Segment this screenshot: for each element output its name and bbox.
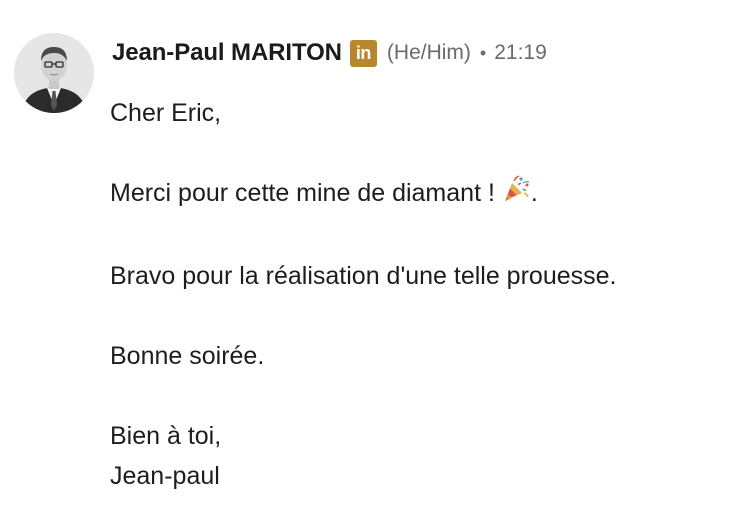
congrats-line: Bravo pour la réalisation d'une telle pr… [110, 262, 617, 290]
signature-line: Jean-paul [110, 462, 220, 490]
empty-line [110, 296, 720, 336]
empty-line [110, 216, 720, 256]
sender-name[interactable]: Jean-Paul MARITON [112, 39, 342, 67]
thanks-suffix: . [530, 179, 538, 207]
message-timestamp: 21:19 [494, 41, 547, 64]
avatar[interactable] [14, 33, 94, 113]
party-popper-icon [501, 174, 531, 216]
empty-line [110, 133, 720, 173]
message-item: Jean-Paul MARITON in (He/Him) • 21:19 Ch… [0, 0, 732, 514]
thanks-line: Merci pour cette mine de diamant ! . [110, 173, 720, 216]
sender-pronouns: (He/Him) [386, 41, 471, 64]
separator-dot: • [479, 42, 487, 63]
empty-line [110, 376, 720, 416]
evening-line: Bonne soirée. [110, 342, 265, 370]
message-header: Jean-Paul MARITON in (He/Him) • 21:19 [112, 36, 547, 70]
greeting-line: Cher Eric, [110, 99, 222, 127]
message-body: Cher Eric, Merci pour cette mine de diam… [110, 93, 720, 496]
profile-photo [14, 33, 94, 113]
linkedin-premium-icon: in [349, 39, 377, 67]
closing-line: Bien à toi, [110, 422, 222, 450]
thanks-text: Merci pour cette mine de diamant ! [110, 179, 495, 207]
